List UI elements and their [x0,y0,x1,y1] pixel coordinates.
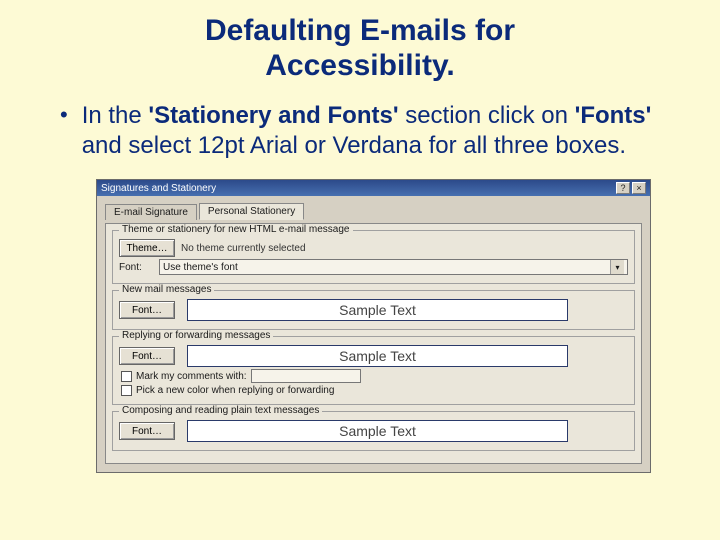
font-theme-select-value: Use theme's font [163,262,238,273]
dialog-titlebar: Signatures and Stationery ? × [97,180,650,196]
group-plain-text: Composing and reading plain text message… [112,411,635,451]
chevron-down-icon: ▾ [610,260,624,274]
group-new-mail: New mail messages Font… Sample Text [112,290,635,330]
help-button[interactable]: ? [616,182,630,194]
legend-reply-forward: Replying or forwarding messages [119,330,273,341]
legend-theme: Theme or stationery for new HTML e-mail … [119,224,353,235]
group-theme: Theme or stationery for new HTML e-mail … [112,230,635,284]
signatures-stationery-dialog: Signatures and Stationery ? × E-mail Sig… [96,179,651,473]
sample-reply: Sample Text [187,345,568,367]
legend-new-mail: New mail messages [119,284,214,295]
slide-title: Defaulting E-mails for Accessibility. [40,14,680,83]
theme-button[interactable]: Theme… [119,239,175,257]
checkbox-new-color[interactable] [121,385,132,396]
sample-reply-text: Sample Text [339,348,416,364]
label-mark-comments: Mark my comments with: [136,371,247,382]
font-button-new-mail[interactable]: Font… [119,301,175,319]
checkbox-mark-comments[interactable] [121,371,132,382]
label-new-color: Pick a new color when replying or forwar… [136,385,334,396]
tab-strip: E-mail Signature Personal Stationery [105,202,642,219]
input-mark-comments[interactable] [251,369,361,383]
bullet-item: • In the 'Stationery and Fonts' section … [60,101,680,161]
sample-plain-text: Sample Text [339,423,416,439]
tab-panel-personal-stationery: Theme or stationery for new HTML e-mail … [105,223,642,464]
title-line-1: Defaulting E-mails for [205,14,515,47]
legend-plain-text: Composing and reading plain text message… [119,405,322,416]
theme-note: No theme currently selected [181,243,306,254]
bullet-dot-icon: • [60,101,68,161]
title-line-2: Accessibility. [265,49,455,82]
sample-plain: Sample Text [187,420,568,442]
font-theme-select[interactable]: Use theme's font ▾ [159,259,628,275]
group-reply-forward: Replying or forwarding messages Font… Sa… [112,336,635,405]
font-label: Font: [119,262,153,273]
dialog-title: Signatures and Stationery [101,183,216,194]
tab-email-signature[interactable]: E-mail Signature [105,204,197,220]
font-button-plain[interactable]: Font… [119,422,175,440]
bullet-text: In the 'Stationery and Fonts' section cl… [82,101,680,161]
sample-new-mail-text: Sample Text [339,302,416,318]
font-button-reply[interactable]: Font… [119,347,175,365]
close-button[interactable]: × [632,182,646,194]
tab-personal-stationery[interactable]: Personal Stationery [199,203,304,220]
sample-new-mail: Sample Text [187,299,568,321]
